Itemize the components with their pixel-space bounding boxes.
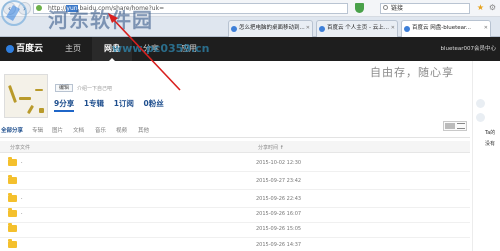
watermark-url: www.pc0359.cn: [112, 42, 210, 55]
star-icon[interactable]: ★: [476, 3, 485, 13]
right-side-panel: Ta的 没有: [472, 61, 500, 251]
column-header-name[interactable]: 分享文件: [10, 144, 30, 151]
circle-icon: [476, 113, 485, 122]
grid-view-icon[interactable]: [445, 123, 455, 129]
close-icon[interactable]: ✕: [306, 21, 310, 36]
watermark-logo: [1, 0, 27, 26]
folder-icon: [8, 157, 17, 166]
tab-label: 百度云 网盘-bluetear...: [412, 25, 472, 31]
search-input[interactable]: 链接: [380, 3, 470, 14]
filter-tabs: 全部分享 专辑 图片 文档 音乐 视频 其他: [0, 120, 470, 138]
file-name[interactable]: ·: [21, 160, 23, 166]
browser-tab-active[interactable]: 百度云 网盘-bluetear... ✕: [401, 20, 491, 37]
close-icon[interactable]: ✕: [484, 21, 488, 36]
filter-tab-album[interactable]: 专辑: [32, 126, 43, 134]
table-header: 分享文件 分享时间 ↑: [0, 141, 470, 153]
folder-icon: [8, 193, 17, 202]
filter-tab-video[interactable]: 视频: [116, 126, 127, 134]
member-center-link[interactable]: 会员中心: [474, 37, 496, 61]
circle-icon: [476, 99, 485, 108]
profile-stats: 9分享 1专辑 1订阅 0粉丝: [54, 98, 171, 112]
search-icon: [383, 5, 388, 10]
column-header-time[interactable]: 分享时间 ↑: [258, 144, 284, 151]
profile-intro: 介绍一下自己吧: [77, 86, 113, 92]
folder-icon: [8, 223, 17, 232]
tab-favicon-icon: [231, 26, 237, 32]
tab-favicon-icon: [404, 26, 410, 32]
column-header-time-label: 分享时间: [258, 145, 279, 151]
arrow-up-icon: ↑: [279, 145, 284, 151]
gear-icon[interactable]: ⚙: [488, 3, 497, 13]
stat-fans[interactable]: 0粉丝: [144, 99, 164, 108]
table-row[interactable]: · 2015-10-02 12:30: [0, 154, 470, 172]
shield-icon[interactable]: [355, 3, 364, 13]
folder-icon: [8, 208, 17, 217]
avatar[interactable]: [4, 74, 48, 118]
site-logo[interactable]: 百度云: [6, 41, 44, 57]
stat-shares[interactable]: 9分享: [54, 99, 75, 112]
watermark-title: 河东软件园: [48, 8, 153, 32]
browser-tab[interactable]: 怎么把电脑的桌面移动到... ✕: [228, 20, 313, 37]
table-row[interactable]: 2015-09-27 23:42: [0, 172, 470, 190]
folder-icon: [8, 175, 17, 184]
folder-icon: [8, 239, 17, 248]
list-view-icon[interactable]: [457, 123, 465, 129]
share-time: 2015-10-02 12:30: [256, 160, 302, 166]
tab-label: 怎么把电脑的桌面移动到...: [239, 25, 305, 31]
site-header: 百度云 主页 网盘 分享 应用 bluetear007 会员中心: [0, 37, 500, 61]
share-time: 2015-09-26 22:43: [256, 196, 302, 202]
filter-tab-other[interactable]: 其他: [138, 126, 149, 134]
logo-text: 百度云: [16, 44, 44, 54]
slogan: 自由存，随心享: [370, 66, 454, 79]
tab-label: 百度云 个人主页 - 云上...: [327, 25, 389, 31]
search-value: 链接: [391, 5, 404, 12]
filter-tab-image[interactable]: 图片: [52, 126, 63, 134]
file-name[interactable]: ·: [21, 211, 23, 217]
edit-button[interactable]: 编辑: [55, 84, 74, 92]
view-toggle[interactable]: [443, 121, 467, 131]
share-time: 2015-09-26 14:37: [256, 242, 302, 248]
stat-subscriptions[interactable]: 1订阅: [114, 99, 134, 108]
nav-item-home[interactable]: 主页: [56, 37, 90, 61]
side-panel-line: Ta的: [485, 130, 496, 136]
filter-tab-all[interactable]: 全部分享: [1, 126, 23, 134]
share-time: 2015-09-26 16:07: [256, 211, 302, 217]
file-name[interactable]: ·: [21, 196, 23, 202]
browser-tab[interactable]: 百度云 个人主页 - 云上... ✕: [316, 20, 398, 37]
share-time: 2015-09-26 15:05: [256, 226, 302, 232]
side-panel-line: 没有: [485, 141, 496, 147]
close-icon[interactable]: ✕: [391, 21, 395, 36]
page-icon: [36, 5, 42, 11]
tab-favicon-icon: [319, 26, 325, 32]
stat-albums[interactable]: 1专辑: [84, 99, 104, 108]
share-time: 2015-09-27 23:42: [256, 178, 302, 184]
table-row[interactable]: 2015-09-26 14:37: [0, 236, 470, 251]
filter-tab-music[interactable]: 音乐: [95, 126, 106, 134]
filter-tab-document[interactable]: 文档: [73, 126, 84, 134]
paw-icon: [6, 44, 14, 53]
user-menu[interactable]: bluetear007: [440, 37, 474, 61]
